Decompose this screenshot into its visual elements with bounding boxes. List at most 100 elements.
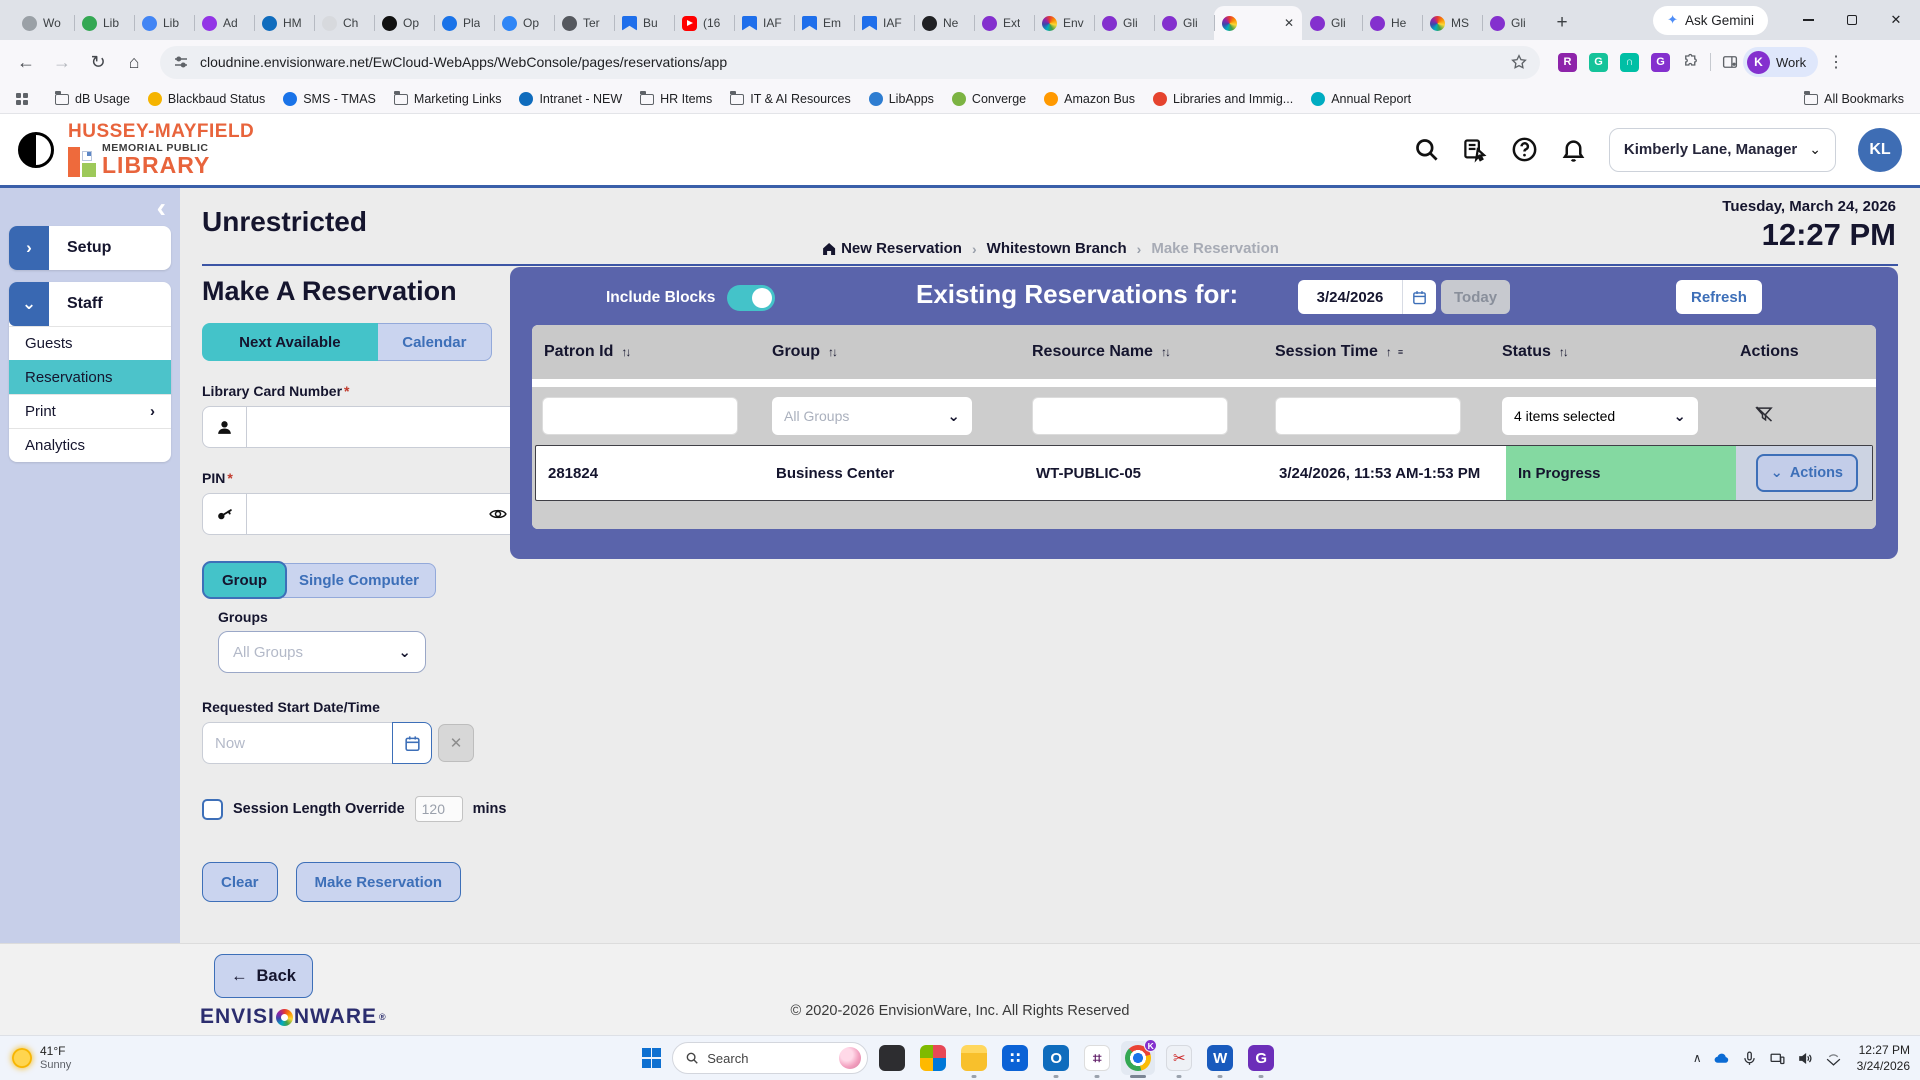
clear-button[interactable]: Clear bbox=[202, 862, 278, 902]
bookmark-item[interactable]: HR Items bbox=[631, 89, 721, 109]
search-icon[interactable] bbox=[1413, 136, 1440, 163]
browser-tab[interactable]: Ext bbox=[974, 6, 1034, 40]
notifications-bell-icon[interactable] bbox=[1560, 136, 1587, 163]
taskbar-app-grammarly[interactable]: G bbox=[1244, 1041, 1278, 1075]
single-computer-tab[interactable]: Single Computer bbox=[283, 563, 436, 598]
make-reservation-button[interactable]: Make Reservation bbox=[296, 862, 462, 902]
breadcrumb-home[interactable]: New Reservation bbox=[821, 240, 962, 257]
teal-extension[interactable]: ∩ bbox=[1620, 53, 1639, 72]
row-actions-button[interactable]: ⌄ Actions bbox=[1756, 454, 1858, 492]
sort-icon[interactable]: ↑↓ bbox=[621, 345, 629, 359]
bookmark-item[interactable]: IT & AI Resources bbox=[721, 89, 860, 109]
tab-next-available[interactable]: Next Available bbox=[202, 323, 378, 361]
bookmark-item[interactable]: LibApps bbox=[860, 89, 943, 109]
column-patron-id[interactable]: Patron Id↑↓ bbox=[532, 343, 772, 361]
pin-input[interactable] bbox=[247, 494, 477, 534]
bookmark-item[interactable]: Blackbaud Status bbox=[139, 89, 274, 109]
library-card-input[interactable] bbox=[247, 407, 519, 447]
bookmark-item[interactable]: Libraries and Immig... bbox=[1144, 89, 1302, 109]
taskbar-app-onenote[interactable] bbox=[875, 1041, 909, 1075]
calendar-picker-button[interactable] bbox=[392, 722, 432, 764]
address-bar[interactable]: cloudnine.envisionware.net/EwCloud-WebAp… bbox=[160, 46, 1540, 79]
patron-id-filter-input[interactable] bbox=[542, 397, 738, 435]
browser-tab[interactable]: Pla bbox=[434, 6, 494, 40]
browser-tab[interactable]: IAF bbox=[734, 6, 794, 40]
browser-tab[interactable]: HM bbox=[254, 6, 314, 40]
sort-icon[interactable]: ↑↓ bbox=[828, 345, 836, 359]
microphone-icon[interactable] bbox=[1741, 1050, 1758, 1067]
sidebar-subitem[interactable]: Reservations bbox=[9, 360, 171, 394]
calendar-picker-button[interactable] bbox=[1402, 280, 1436, 314]
status-filter-dropdown[interactable]: 4 items selected⌄ bbox=[1502, 397, 1698, 435]
windows-start-icon[interactable] bbox=[642, 1048, 662, 1068]
home-icon[interactable]: ⌂ bbox=[118, 46, 150, 78]
browser-tab[interactable]: Ad bbox=[194, 6, 254, 40]
side-panel-icon[interactable] bbox=[1721, 53, 1739, 71]
apps-grid-icon[interactable] bbox=[16, 93, 28, 105]
taskbar-app-microsoft-365[interactable] bbox=[916, 1041, 950, 1075]
browser-tab[interactable]: Lib bbox=[74, 6, 134, 40]
browser-tab[interactable]: (16 bbox=[674, 6, 734, 40]
profile-chip[interactable]: K Work bbox=[1743, 47, 1818, 77]
forward-icon[interactable]: → bbox=[46, 46, 78, 78]
user-menu[interactable]: Kimberly Lane, Manager ⌄ bbox=[1609, 128, 1836, 172]
bookmark-item[interactable]: Converge bbox=[943, 89, 1035, 109]
back-button[interactable]: ← Back bbox=[214, 954, 313, 998]
bookmark-item[interactable]: SMS - TMAS bbox=[274, 89, 385, 109]
browser-tab[interactable]: Env bbox=[1034, 6, 1094, 40]
sidebar-collapse-icon[interactable]: ‹ bbox=[157, 194, 166, 222]
window-maximize-button[interactable] bbox=[1830, 3, 1874, 37]
browser-tab[interactable]: Gli bbox=[1094, 6, 1154, 40]
sort-ascending-icon[interactable]: ↑ bbox=[1386, 345, 1390, 359]
browser-tab[interactable]: IAF bbox=[854, 6, 914, 40]
help-icon[interactable] bbox=[1511, 136, 1538, 163]
reservation-guide-icon[interactable] bbox=[1462, 136, 1489, 163]
taskbar-app-store[interactable]: ∷ bbox=[998, 1041, 1032, 1075]
tab-close-icon[interactable]: ✕ bbox=[1284, 16, 1294, 30]
browser-menu-icon[interactable]: ⋮ bbox=[1828, 52, 1844, 72]
grammarly-extension[interactable]: G bbox=[1589, 53, 1608, 72]
column-status[interactable]: Status↑↓ bbox=[1502, 343, 1732, 361]
browser-tab[interactable]: Gli bbox=[1154, 6, 1214, 40]
cast-device-icon[interactable] bbox=[1769, 1050, 1786, 1067]
sidebar-subitem[interactable]: Guests bbox=[9, 326, 171, 360]
taskbar-search[interactable]: Search bbox=[672, 1042, 868, 1074]
taskbar-app-outlook[interactable]: O bbox=[1039, 1041, 1073, 1075]
back-icon[interactable]: ← bbox=[10, 46, 42, 78]
column-group[interactable]: Group↑↓ bbox=[772, 343, 1032, 361]
session-length-input[interactable] bbox=[415, 796, 463, 822]
browser-tab[interactable]: Op bbox=[494, 6, 554, 40]
resource-name-filter-input[interactable] bbox=[1032, 397, 1228, 435]
bookmark-item[interactable]: Amazon Bus bbox=[1035, 89, 1144, 109]
start-datetime-input[interactable] bbox=[215, 735, 380, 752]
reload-icon[interactable]: ↻ bbox=[82, 46, 114, 78]
taskbar-clock[interactable]: 12:27 PM 3/24/2026 bbox=[1857, 1042, 1910, 1074]
browser-tab[interactable]: ✕ bbox=[1214, 6, 1302, 40]
bookmark-star-icon[interactable] bbox=[1510, 53, 1528, 71]
browser-tab[interactable]: Ter bbox=[554, 6, 614, 40]
taskbar-app-slack[interactable]: ⌗ bbox=[1080, 1041, 1114, 1075]
group-tab[interactable]: Group bbox=[202, 561, 287, 599]
reservation-row[interactable]: 281824 Business Center WT-PUBLIC-05 3/24… bbox=[535, 445, 1873, 501]
clear-filters-icon[interactable] bbox=[1754, 411, 1774, 428]
groups-dropdown[interactable]: All Groups ⌄ bbox=[218, 631, 426, 673]
site-settings-icon[interactable] bbox=[172, 53, 190, 71]
breadcrumb-branch[interactable]: Whitestown Branch bbox=[987, 240, 1127, 257]
browser-tab[interactable]: Op bbox=[374, 6, 434, 40]
contrast-toggle-icon[interactable] bbox=[18, 132, 54, 168]
browser-tab[interactable]: Gli bbox=[1482, 6, 1542, 40]
sidebar-item-staff[interactable]: ⌄ Staff bbox=[9, 282, 171, 326]
library-logo[interactable]: HUSSEY-MAYFIELD MEMORIAL PUBLIC LIBRARY bbox=[68, 122, 254, 177]
tray-expand-icon[interactable]: ∧ bbox=[1693, 1051, 1702, 1065]
weather-widget[interactable]: 41°F Sunny bbox=[12, 1044, 71, 1072]
sort-icon[interactable]: ↑↓ bbox=[1559, 345, 1567, 359]
taskbar-app-snipping-tool[interactable]: ✂ bbox=[1162, 1041, 1196, 1075]
clear-date-button[interactable]: ✕ bbox=[438, 724, 474, 762]
taskbar-app-file-explorer[interactable] bbox=[957, 1041, 991, 1075]
sidebar-item-setup[interactable]: › Setup bbox=[9, 226, 171, 270]
browser-tab[interactable]: Ch bbox=[314, 6, 374, 40]
tab-calendar[interactable]: Calendar bbox=[378, 323, 492, 361]
browser-tab[interactable]: Em bbox=[794, 6, 854, 40]
browser-tab[interactable]: Gli bbox=[1302, 6, 1362, 40]
column-resource-name[interactable]: Resource Name↑↓ bbox=[1032, 343, 1275, 361]
